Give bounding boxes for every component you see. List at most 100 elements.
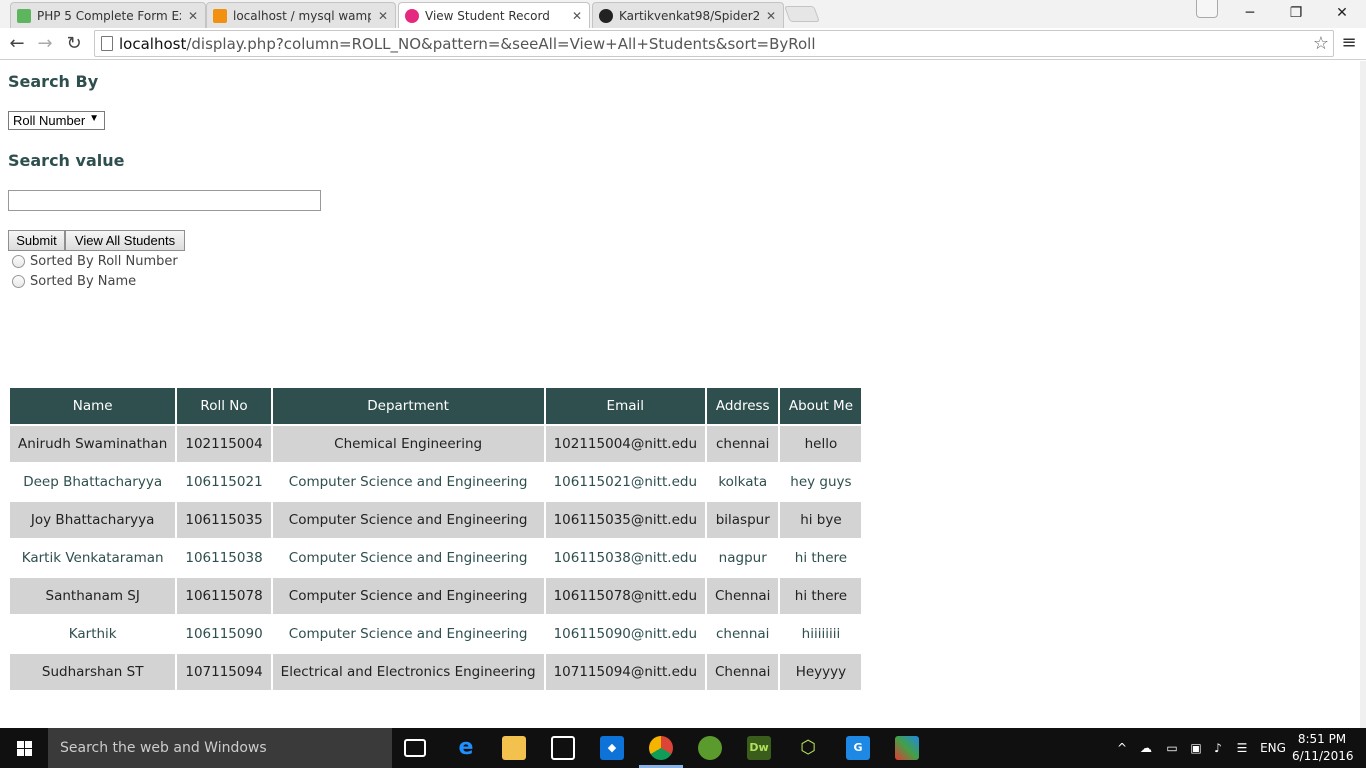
git-icon[interactable] bbox=[895, 736, 919, 760]
back-arrow-icon[interactable]: ← bbox=[6, 33, 28, 55]
cell-address: Chennai bbox=[707, 578, 779, 614]
github-favicon-icon bbox=[599, 8, 613, 23]
close-tab-icon[interactable]: ✕ bbox=[187, 9, 199, 23]
dreamweaver-icon[interactable]: Dw bbox=[747, 736, 771, 760]
close-tab-icon[interactable]: ✕ bbox=[571, 9, 583, 23]
file-explorer-icon[interactable] bbox=[502, 736, 526, 760]
cell-about-me: hey guys bbox=[780, 464, 862, 500]
show-hidden-icons-chevron-icon[interactable]: ^ bbox=[1114, 728, 1130, 768]
taskbar-search-box[interactable]: Search the web and Windows bbox=[48, 728, 392, 768]
cell-name: Deep Bhattacharyya bbox=[10, 464, 176, 500]
close-tab-icon[interactable]: ✕ bbox=[377, 9, 389, 23]
page-content: Search By Roll Number ▼ Search value Sub… bbox=[0, 61, 1366, 728]
volume-icon[interactable]: ♪ bbox=[1208, 728, 1228, 768]
onedrive-icon[interactable]: ☁ bbox=[1136, 728, 1156, 768]
cell-about-me: Heyyyy bbox=[780, 654, 862, 690]
chrome-icon[interactable] bbox=[649, 736, 673, 760]
tab-title: PHP 5 Complete Form Exa bbox=[37, 8, 181, 23]
bookmark-star-icon[interactable]: ☆ bbox=[1313, 33, 1329, 54]
reload-icon[interactable]: ↻ bbox=[63, 33, 85, 55]
system-clock[interactable]: 8:51 PM 6/11/2016 bbox=[1292, 731, 1354, 765]
windows-start-icon[interactable] bbox=[0, 728, 48, 768]
task-view-icon[interactable] bbox=[404, 739, 426, 757]
sort-by-roll-radio[interactable] bbox=[12, 255, 25, 268]
battery-icon[interactable]: ▭ bbox=[1162, 728, 1182, 768]
windows-taskbar: Search the web and Windows e ◆ Dw ⬡ G ^ … bbox=[0, 728, 1366, 768]
url-path: /display.php?column=ROLL_NO&pattern=&see… bbox=[186, 35, 816, 53]
cell-department: Computer Science and Engineering bbox=[272, 540, 544, 576]
cell-address: nagpur bbox=[707, 540, 779, 576]
dropdown-caret-icon: ▼ bbox=[89, 113, 99, 124]
cell-department: Computer Science and Engineering bbox=[272, 464, 544, 500]
cell-roll-no: 106115090 bbox=[177, 616, 271, 652]
cell-roll-no: 106115038 bbox=[177, 540, 271, 576]
cell-name: Sudharshan ST bbox=[10, 654, 176, 690]
new-tab-button[interactable] bbox=[784, 6, 820, 22]
table-row: Santhanam SJ 106115078 Computer Science … bbox=[10, 578, 862, 614]
column-header: Name bbox=[10, 388, 176, 424]
gamepad-icon[interactable]: ⬡ bbox=[796, 736, 820, 760]
cell-department: Chemical Engineering bbox=[272, 426, 544, 462]
cell-email: 107115094@nitt.edu bbox=[545, 654, 705, 690]
column-header: About Me bbox=[780, 388, 862, 424]
page-icon bbox=[101, 36, 113, 51]
action-center-icon[interactable]: ☰ bbox=[1232, 728, 1252, 768]
search-value-input[interactable] bbox=[8, 190, 321, 211]
wamp-favicon-icon bbox=[405, 9, 419, 23]
chrome-menu-icon[interactable]: ≡ bbox=[1340, 33, 1358, 53]
restore-icon[interactable]: ❐ bbox=[1273, 0, 1319, 26]
cell-email: 106115038@nitt.edu bbox=[545, 540, 705, 576]
cell-address: kolkata bbox=[707, 464, 779, 500]
view-all-students-button[interactable]: View All Students bbox=[65, 230, 185, 251]
sort-by-name-radio[interactable] bbox=[12, 275, 25, 288]
sort-by-roll-option[interactable]: Sorted By Roll Number bbox=[12, 254, 178, 269]
cell-about-me: hi bye bbox=[780, 502, 862, 538]
table-row: Sudharshan ST 107115094 Electrical and E… bbox=[10, 654, 862, 690]
table-row: Joy Bhattacharyya 106115035 Computer Sci… bbox=[10, 502, 862, 538]
android-studio-icon[interactable] bbox=[698, 736, 722, 760]
tab-github[interactable]: Kartikvenkat98/Spider2k1 ✕ bbox=[592, 2, 784, 28]
tab-view-student-record[interactable]: View Student Record ✕ bbox=[398, 2, 590, 29]
sort-by-name-option[interactable]: Sorted By Name bbox=[12, 274, 136, 289]
url-host: localhost bbox=[119, 35, 187, 53]
radio-label: Sorted By Roll Number bbox=[30, 254, 178, 269]
foxit-pdf-icon[interactable]: G bbox=[846, 736, 870, 760]
cell-about-me: hiiiiiiii bbox=[780, 616, 862, 652]
minimize-icon[interactable]: ─ bbox=[1227, 0, 1273, 26]
language-indicator[interactable]: ENG bbox=[1258, 728, 1288, 768]
tab-php-form[interactable]: PHP 5 Complete Form Exa ✕ bbox=[10, 2, 206, 28]
cell-roll-no: 106115021 bbox=[177, 464, 271, 500]
cell-email: 102115004@nitt.edu bbox=[545, 426, 705, 462]
profile-icon[interactable] bbox=[1196, 0, 1218, 18]
network-icon[interactable]: ▣ bbox=[1186, 728, 1206, 768]
close-tab-icon[interactable]: ✕ bbox=[765, 9, 777, 23]
cell-name: Joy Bhattacharyya bbox=[10, 502, 176, 538]
phpmyadmin-favicon-icon bbox=[213, 8, 227, 23]
cell-about-me: hello bbox=[780, 426, 862, 462]
edge-icon[interactable]: e bbox=[454, 736, 478, 760]
cell-roll-no: 102115004 bbox=[177, 426, 271, 462]
vertical-scrollbar[interactable] bbox=[1360, 61, 1366, 728]
cell-address: bilaspur bbox=[707, 502, 779, 538]
forward-arrow-icon[interactable]: → bbox=[34, 33, 56, 55]
tab-phpmyadmin[interactable]: localhost / mysql wampse ✕ bbox=[206, 2, 396, 28]
search-by-select[interactable]: Roll Number ▼ bbox=[8, 111, 105, 130]
cell-address: chennai bbox=[707, 616, 779, 652]
store-icon[interactable] bbox=[551, 736, 575, 760]
close-window-icon[interactable]: ✕ bbox=[1319, 0, 1365, 26]
cell-name: Anirudh Swaminathan bbox=[10, 426, 176, 462]
submit-button[interactable]: Submit bbox=[8, 230, 65, 251]
clock-date: 6/11/2016 bbox=[1292, 749, 1354, 763]
search-value-heading: Search value bbox=[8, 151, 125, 170]
cell-about-me: hi there bbox=[780, 578, 862, 614]
address-bar[interactable]: localhost/display.php?column=ROLL_NO&pat… bbox=[94, 30, 1334, 57]
cell-department: Computer Science and Engineering bbox=[272, 578, 544, 614]
browser-tab-strip: PHP 5 Complete Form Exa ✕ localhost / my… bbox=[0, 0, 1366, 29]
dropbox-icon[interactable]: ◆ bbox=[600, 736, 624, 760]
cell-email: 106115090@nitt.edu bbox=[545, 616, 705, 652]
column-header: Department bbox=[272, 388, 544, 424]
table-row: Anirudh Swaminathan 102115004 Chemical E… bbox=[10, 426, 862, 462]
cell-name: Kartik Venkataraman bbox=[10, 540, 176, 576]
url-text[interactable]: localhost/display.php?column=ROLL_NO&pat… bbox=[119, 35, 816, 53]
clock-time: 8:51 PM bbox=[1297, 732, 1347, 746]
